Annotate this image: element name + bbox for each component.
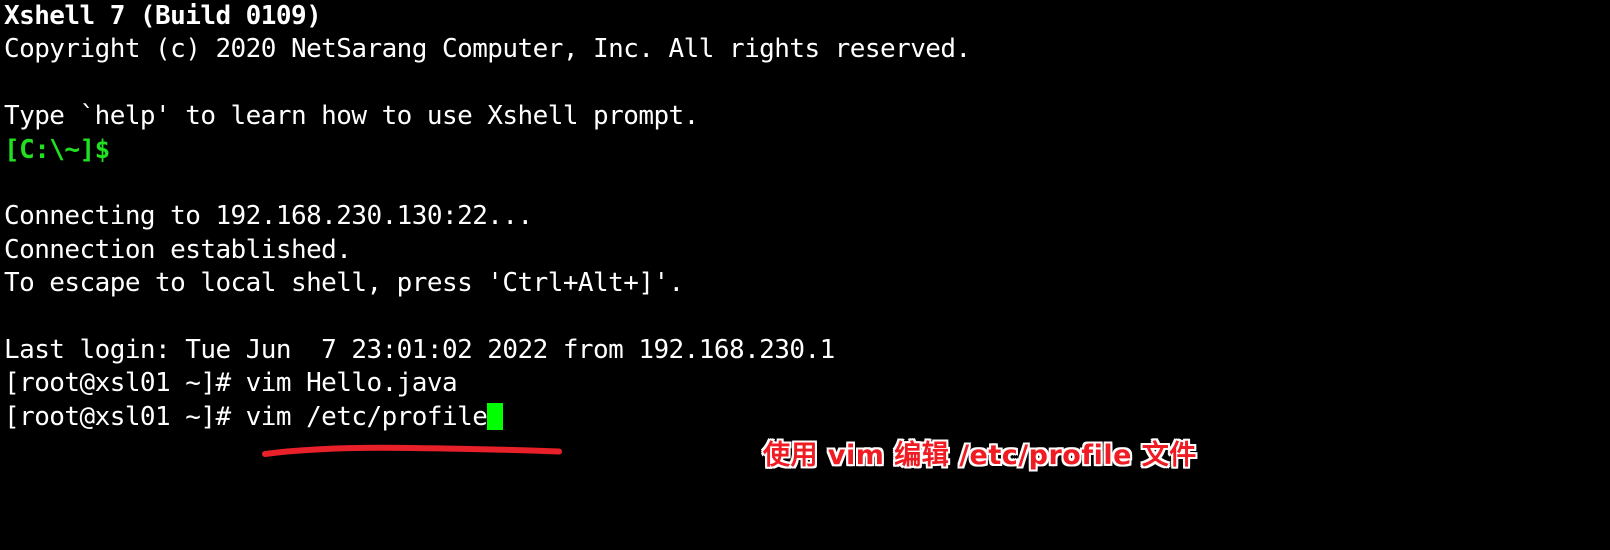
terminal-line-blank-3 (0, 301, 1610, 334)
terminal-line-command-vim-hello: [root@xsl01 ~]# vim Hello.java (4, 368, 458, 399)
red-underline-annotation (262, 444, 562, 457)
terminal-output[interactable]: Xshell 7 (Build 0109) Copyright (c) 2020… (0, 0, 1610, 434)
terminal-line-last-login: Last login: Tue Jun 7 23:01:02 2022 from… (4, 334, 835, 365)
current-command-text: [root@xsl01 ~]# vim /etc/profile (4, 401, 488, 432)
terminal-line-local-prompt: [C:\~]$ (0, 134, 1610, 167)
terminal-line-command-vim-profile[interactable]: [root@xsl01 ~]# vim /etc/profile (0, 401, 1610, 434)
terminal-line-copyright: Copyright (c) 2020 NetSarang Computer, I… (4, 34, 971, 65)
terminal-line-blank-1 (0, 67, 1610, 100)
terminal-line-connecting: Connecting to 192.168.230.130:22... (4, 201, 533, 232)
text-cursor (487, 402, 504, 430)
terminal-line-escape-hint: To escape to local shell, press 'Ctrl+Al… (4, 268, 684, 299)
terminal-line-help-hint: Type `help' to learn how to use Xshell p… (4, 101, 699, 132)
annotation-label: 使用 vim 编辑 /etc/profile 文件 (763, 440, 1197, 471)
terminal-line-title: Xshell 7 (Build 0109) (4, 1, 322, 31)
local-prompt-text: [C:\~]$ (4, 134, 110, 165)
terminal-line-connection-established: Connection established. (4, 234, 352, 265)
terminal-window[interactable]: Xshell 7 (Build 0109) Copyright (c) 2020… (0, 0, 1610, 550)
terminal-line-blank-2 (0, 167, 1610, 200)
